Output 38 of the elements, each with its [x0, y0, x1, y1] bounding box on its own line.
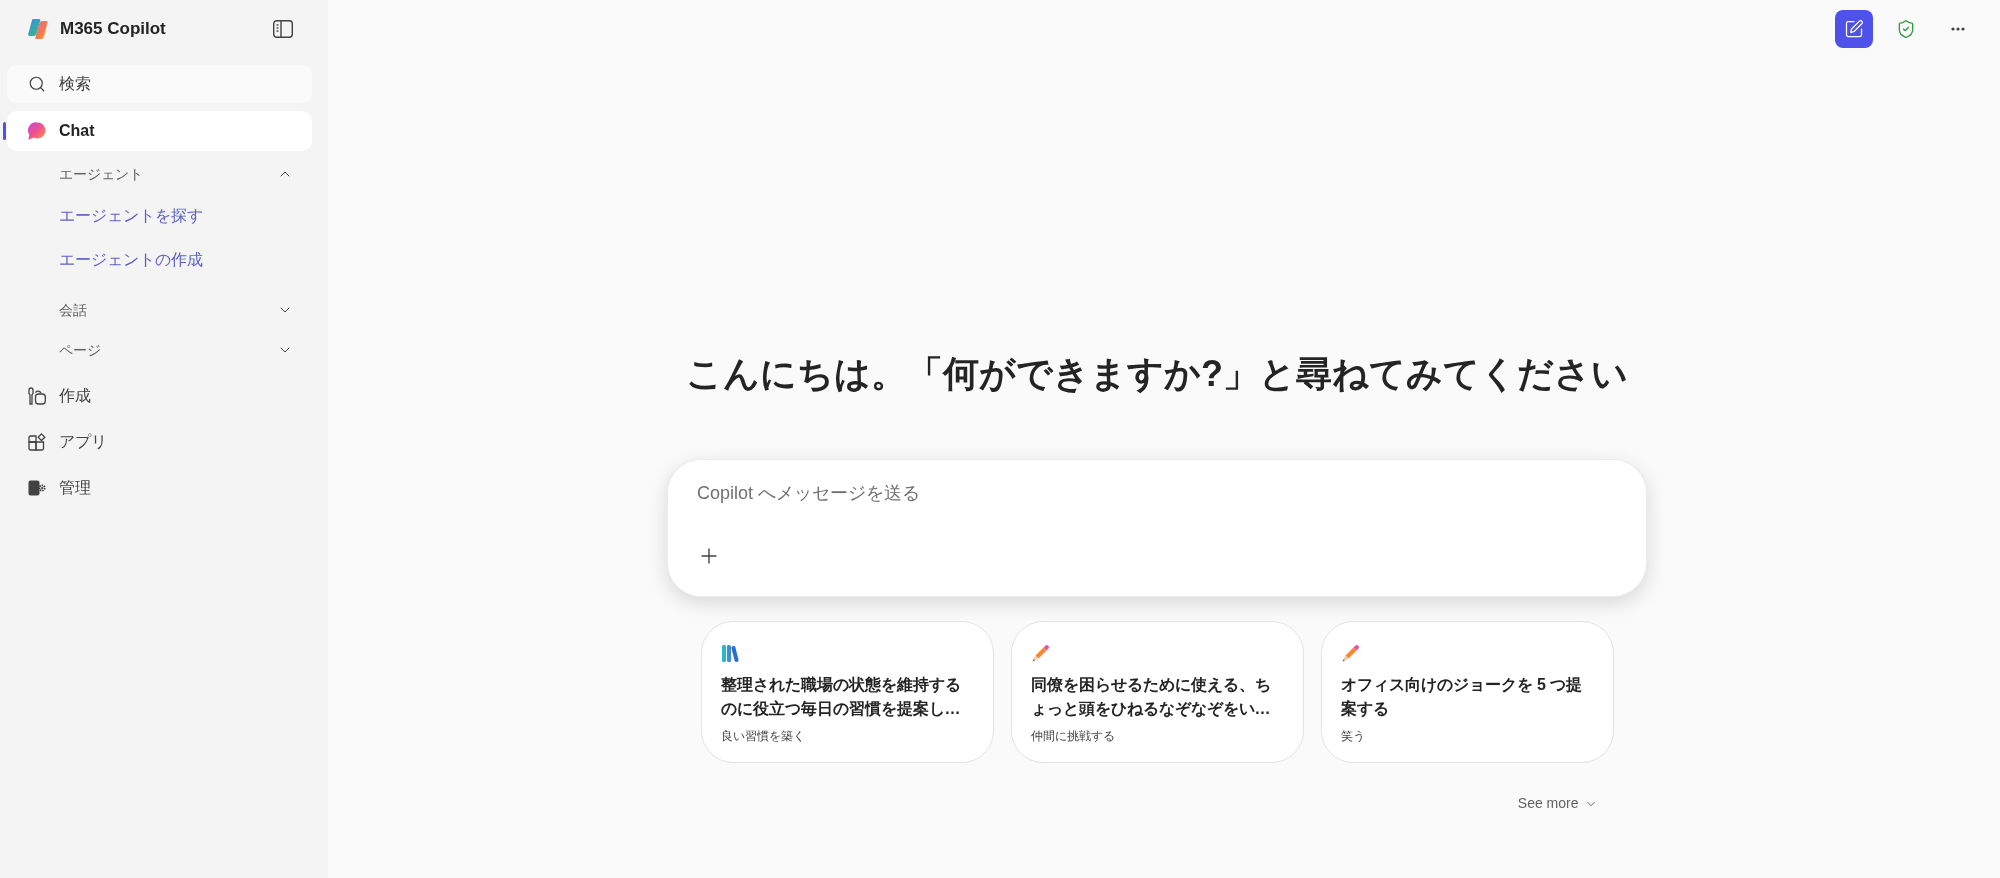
pencil-icon [1030, 643, 1051, 663]
logo-icon [27, 19, 49, 39]
panel-icon [273, 20, 293, 38]
chat-bubble-icon [28, 122, 46, 140]
suggestion-card[interactable]: 同僚を困らせるために使える、ちょっと頭をひねるなぞなぞをい… 仲間に挑戦する [1010, 621, 1304, 763]
greeting-heading: こんにちは。「何ができますか?」と尋ねてみてください [686, 352, 1628, 396]
card-title: 整理された職場の状態を維持するのに役立つ毎日の習慣を提案し… [720, 675, 962, 719]
admin-gear-icon [28, 479, 46, 497]
search-icon [28, 75, 46, 93]
suggestion-card[interactable]: 整理された職場の状態を維持するのに役立つ毎日の習慣を提案し… 良い習慣を築く [700, 621, 994, 763]
new-chat-button[interactable] [1835, 10, 1873, 48]
sidebar-nav-item[interactable]: Chat [7, 111, 312, 151]
message-input[interactable]: Copilot へメッセージを送る [697, 481, 1617, 505]
sidebar-section-header[interactable]: エージェント [7, 154, 312, 194]
search-button[interactable]: 検索 [7, 65, 312, 103]
sidebar-nav-item[interactable]: 作成 [7, 376, 312, 416]
suggestion-card[interactable]: オフィス向けのジョークを 5 つ提案する 笑う [1320, 621, 1614, 763]
card-subtitle: 笑う [1340, 728, 1365, 745]
sidebar-nav-item[interactable]: アプリ [7, 422, 312, 462]
shield-check-icon [1896, 19, 1916, 39]
sidebar-link[interactable]: エージェントを探す [7, 194, 312, 238]
collapse-sidebar-button[interactable] [273, 20, 293, 38]
card-title: 同僚を困らせるために使える、ちょっと頭をひねるなぞなぞをい… [1030, 675, 1272, 720]
sidebar-link[interactable]: エージェントの作成 [7, 238, 312, 282]
sidebar-nav-item[interactable]: 管理 [7, 468, 312, 508]
compose-icon [1844, 19, 1864, 39]
brush-and-square-icon [28, 387, 46, 405]
books-icon [720, 643, 741, 663]
card-subtitle: 仲間に挑戦する [1030, 728, 1115, 745]
apps-grid-icon [28, 433, 46, 451]
pencil-icon [1340, 643, 1361, 663]
card-subtitle: 良い習慣を築く [720, 728, 805, 745]
sidebar-section-header[interactable]: 会話 [7, 290, 312, 330]
app-title: M365 Copilot [60, 18, 166, 41]
more-icon [1951, 27, 1965, 31]
card-title: オフィス向けのジョークを 5 つ提案する [1340, 675, 1584, 719]
sidebar-section-header[interactable]: ページ [7, 330, 312, 370]
see-more-button[interactable]: See more [1517, 793, 1598, 814]
